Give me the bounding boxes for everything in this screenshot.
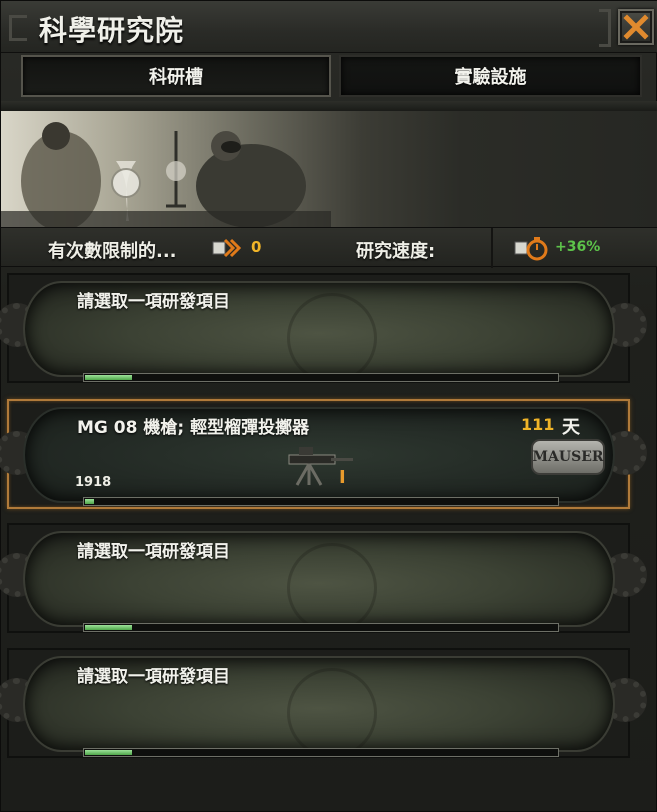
- slot-progress-bar: [83, 497, 559, 506]
- empty-slot-emblem-icon: [287, 668, 377, 758]
- close-icon: [623, 14, 649, 40]
- tab-research-slots[interactable]: 科研槽: [21, 55, 331, 97]
- slot-progress-bar: [83, 748, 559, 757]
- tech-year: 1918: [75, 475, 112, 490]
- divider: [1, 101, 657, 111]
- slot-progress-bar: [83, 623, 559, 632]
- slot-label: 請選取一項研發項目: [77, 542, 230, 562]
- slot-label: 請選取一項研發項目: [77, 292, 230, 312]
- research-speed-value: +36%: [555, 239, 601, 255]
- empty-slot-emblem-icon: [287, 543, 377, 633]
- machine-gun-icon: [288, 447, 353, 486]
- limited-bonus-value: 0: [251, 238, 262, 256]
- research-slot-1[interactable]: 請選取一項研發項目: [0, 273, 647, 383]
- research-slot-4[interactable]: 請選取一項研發項目: [0, 648, 647, 758]
- slot-progress-bar: [83, 373, 559, 382]
- title-decoration-left: [9, 15, 27, 41]
- research-info-bar: 有次數限制的... 0 研究速度: +36%: [1, 227, 657, 268]
- research-bonus-icon: [212, 238, 242, 258]
- slot-research-name: MG 08 機槍; 輕型榴彈投擲器: [77, 418, 310, 438]
- slot-label: 請選取一項研發項目: [77, 667, 230, 687]
- limited-bonus-label[interactable]: 有次數限制的...: [48, 237, 177, 263]
- tab-bar: 科研槽 實驗設施: [21, 55, 646, 99]
- research-slot-2[interactable]: MG 08 機槍; 輕型榴彈投擲器 111 天 MAUSER I 1918: [0, 399, 647, 509]
- close-button[interactable]: [618, 9, 654, 45]
- slot-progress-fill: [85, 375, 132, 380]
- research-speed-label: 研究速度:: [356, 241, 436, 262]
- research-speed-icon: [514, 237, 548, 261]
- tech-level-indicator: I: [339, 467, 346, 488]
- empty-slot-emblem-icon: [287, 293, 377, 383]
- info-divider: [491, 228, 493, 268]
- tab-experimental-facilities[interactable]: 實驗設施: [339, 55, 642, 97]
- research-banner-image: [1, 111, 657, 227]
- slot-progress-fill: [85, 499, 94, 504]
- title-decoration-right: [599, 9, 611, 47]
- slot-progress-fill: [85, 750, 132, 755]
- research-window: 科學研究院 科研槽 實驗設施 有次數限制的... 0 研究速度: +36% 請選…: [0, 0, 657, 812]
- slot-progress-fill: [85, 625, 132, 630]
- mauser-badge: MAUSER: [531, 439, 605, 475]
- scientists-illustration: [1, 122, 331, 227]
- days-remaining-unit: 天: [562, 417, 580, 438]
- window-title: 科學研究院: [39, 14, 185, 47]
- research-slot-3[interactable]: 請選取一項研發項目: [0, 523, 647, 633]
- days-remaining-value: 111: [521, 415, 555, 434]
- title-bar: 科學研究院: [1, 1, 657, 53]
